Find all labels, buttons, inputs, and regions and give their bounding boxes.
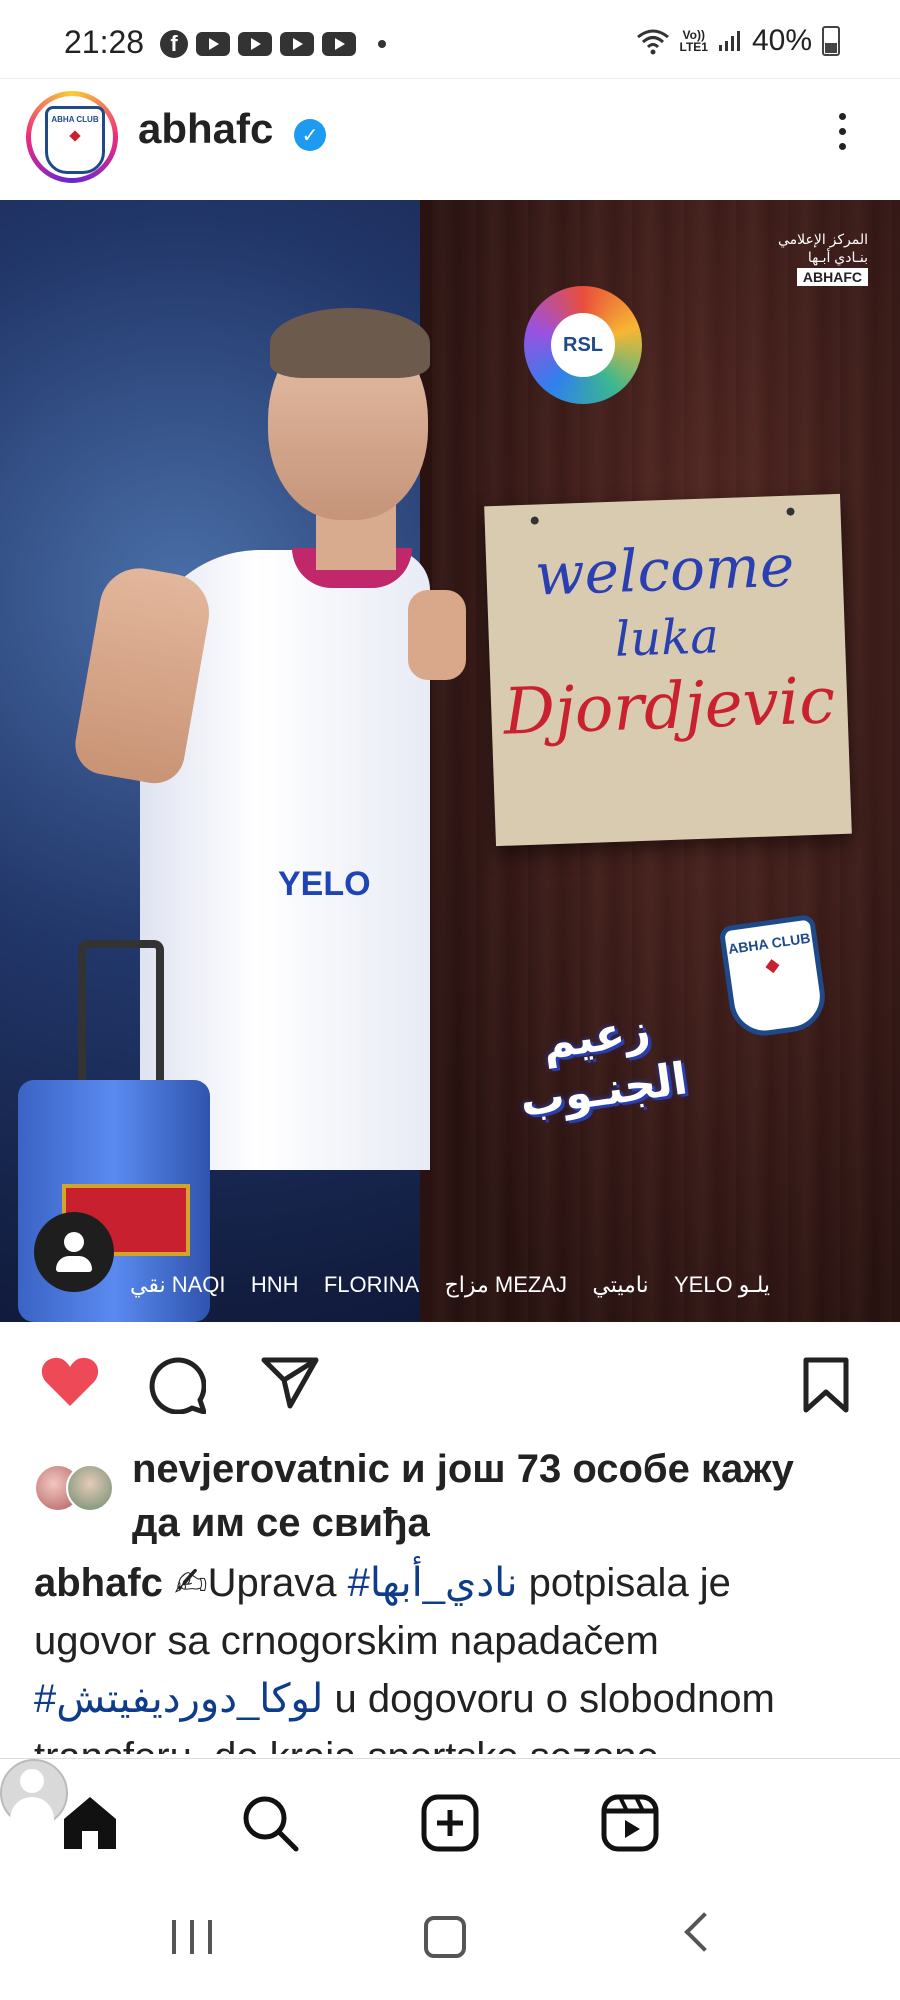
post-image[interactable]: المركز الإعلامي بنـادي أبـها ABHAFC RSL … (0, 200, 900, 1322)
media-center-logo: المركز الإعلامي بنـادي أبـها ABHAFC (728, 230, 868, 286)
club-badge-text: ABHA CLUB (727, 929, 812, 958)
notification-icons: f (160, 30, 386, 58)
avatar-inner: ABHA CLUB (31, 96, 113, 178)
create-post-icon[interactable] (420, 1793, 480, 1853)
player-fingers (408, 590, 466, 680)
sponsor-yelo: YELO يلـو (673, 1272, 770, 1297)
youtube-icon (280, 32, 314, 56)
hashtag-player[interactable]: #لوكا_دورديفيتش (34, 1677, 323, 1721)
bottom-nav (0, 1758, 900, 1879)
youtube-icon (322, 32, 356, 56)
wifi-icon (636, 29, 669, 55)
caption-text: Uprava (207, 1561, 348, 1605)
search-icon[interactable] (240, 1793, 300, 1853)
lte-label: LTE1 (679, 40, 708, 54)
sign-last-name: Djordjevic (502, 664, 837, 750)
youtube-icon (238, 32, 272, 56)
back-icon[interactable] (684, 1912, 724, 1952)
tagged-users-icon[interactable] (34, 1212, 114, 1292)
more-options-icon[interactable] (836, 113, 848, 150)
post-header: ABHA CLUB abhafc ✓ (0, 78, 900, 201)
league-logo: RSL (524, 286, 642, 404)
sponsor-naqi: نقي NAQI (130, 1272, 226, 1297)
club-logo: ABHA CLUB (45, 106, 105, 174)
facebook-icon: f (160, 30, 188, 58)
nail-icon (530, 516, 539, 525)
shirt-sponsor: YELO (278, 865, 371, 903)
verified-badge-icon: ✓ (294, 119, 326, 151)
likes-summary[interactable]: nevjerovatnic и још 73 особе кажу да им … (132, 1442, 852, 1550)
sign-welcome: welcome (533, 531, 796, 609)
sponsor-mezaj: مزاج MEZAJ (444, 1272, 568, 1297)
battery-icon (822, 26, 840, 56)
welcome-sign: welcome luka Djordjevic (484, 493, 852, 847)
league-logo-text: RSL (551, 313, 615, 377)
home-button-icon[interactable] (424, 1916, 466, 1958)
post-username[interactable]: abhafc (138, 105, 273, 153)
diamond-icon (69, 130, 81, 142)
more-notifications-icon (378, 40, 386, 48)
player-hair (270, 308, 430, 378)
bookmark-icon[interactable] (802, 1356, 850, 1414)
post-caption: abhafc ✍Uprava #نادي_أبها potpisala je u… (34, 1554, 864, 1754)
sponsor-strip: نقي NAQI HNH FLORINA مزاج MEZAJ ناميتي Y… (130, 1272, 770, 1298)
liker-avatar (66, 1464, 114, 1512)
sponsor-florina: FLORINA (323, 1272, 420, 1297)
share-icon[interactable] (260, 1356, 320, 1410)
heart-icon[interactable] (40, 1356, 100, 1408)
nail-icon (786, 507, 795, 516)
profile-avatar-icon[interactable] (0, 1759, 68, 1827)
diamond-icon (765, 959, 780, 974)
profile-avatar[interactable]: ABHA CLUB (26, 91, 118, 183)
club-logo-text: ABHA CLUB (51, 115, 99, 124)
sign-first-name: luka (613, 608, 720, 668)
media-center-latin: ABHAFC (796, 268, 868, 286)
home-icon[interactable] (60, 1793, 120, 1853)
caption-username[interactable]: abhafc (34, 1561, 163, 1605)
status-time: 21:28 (64, 24, 145, 60)
reels-icon[interactable] (600, 1793, 660, 1853)
youtube-icon (196, 32, 230, 56)
post-actions (0, 1322, 900, 1432)
sponsor-hnh: HNH (250, 1272, 299, 1297)
comment-icon[interactable] (148, 1356, 206, 1414)
battery-percent: 40% (751, 24, 812, 57)
likers-avatars[interactable] (34, 1464, 124, 1512)
status-bar: 21:28 f Vo)) LTE1 40% (0, 0, 900, 80)
system-navigation (0, 1878, 900, 2000)
hashtag-club[interactable]: #نادي_أبها (348, 1561, 518, 1605)
sponsor-namiti: ناميتي (592, 1272, 649, 1297)
writing-hand-emoji: ✍ (174, 1561, 208, 1605)
media-center-arabic: المركز الإعلامي بنـادي أبـها (777, 231, 868, 265)
recent-apps-icon[interactable] (172, 1920, 212, 1954)
status-right: Vo)) LTE1 40% (636, 24, 840, 58)
suitcase-handle (78, 940, 164, 1088)
signal-icon (718, 31, 740, 51)
network-type: Vo)) LTE1 (680, 29, 708, 53)
